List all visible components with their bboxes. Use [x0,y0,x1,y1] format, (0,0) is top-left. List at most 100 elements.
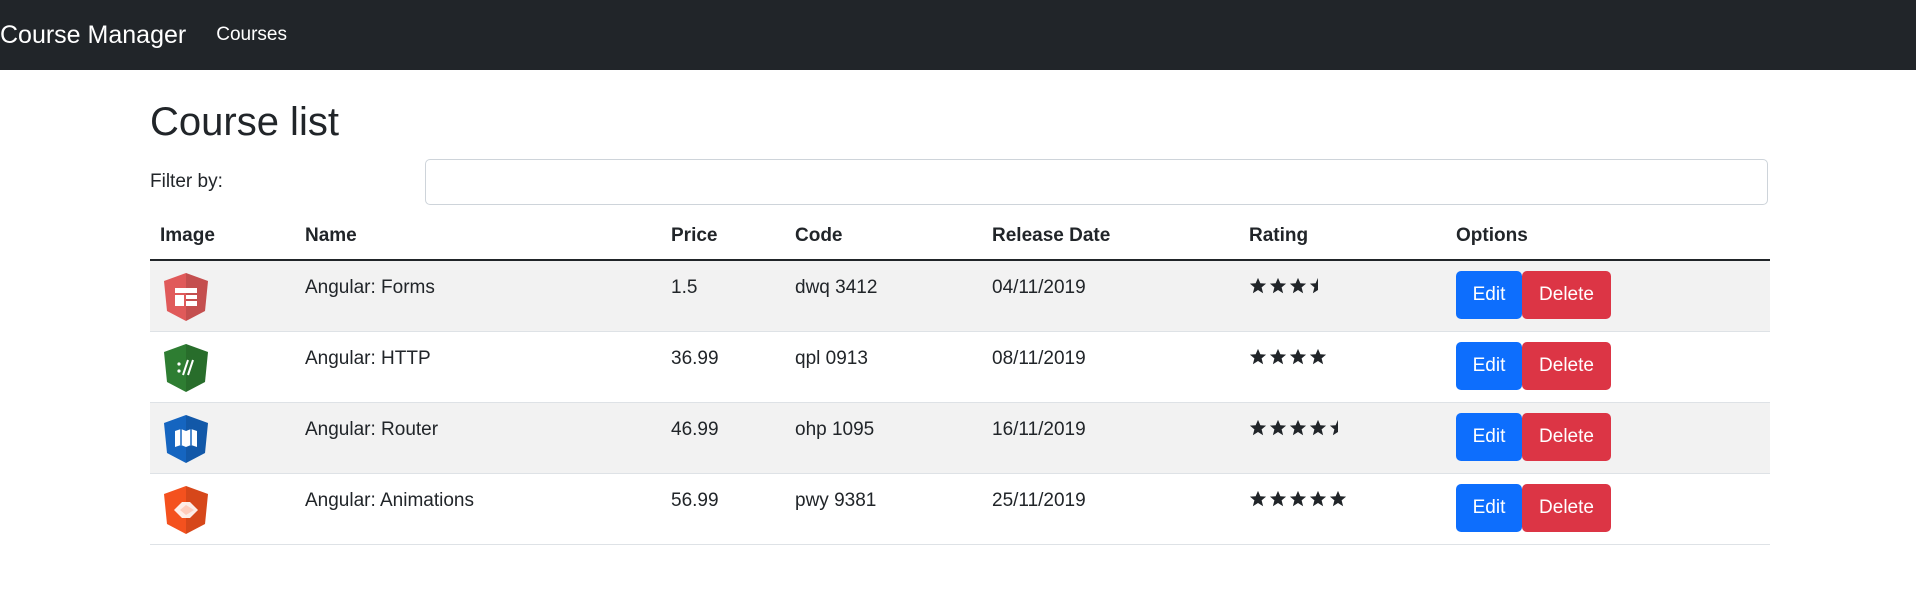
row-actions: Edit Delete [1456,474,1760,532]
table-row: Angular: Animations 56.99 pwy 9381 25/11/20… [150,473,1770,545]
course-options-cell: Edit Delete [1446,260,1770,332]
star-half-icon [1309,277,1318,294]
filter-row: Filter by: [150,158,1770,206]
star-full-icon [1309,490,1327,507]
course-options-cell: Edit Delete [1446,331,1770,403]
star-full-icon [1329,490,1347,507]
edit-button[interactable]: Edit [1456,413,1522,461]
delete-button[interactable]: Delete [1522,342,1611,390]
column-header-release-date: Release Date [982,212,1239,261]
course-rating-cell [1239,331,1446,403]
course-release-date: 25/11/2019 [992,490,1086,511]
star-full-icon [1289,277,1307,294]
course-release-date: 08/11/2019 [992,348,1086,369]
star-full-icon [1289,419,1307,436]
course-options-cell: Edit Delete [1446,473,1770,545]
table-header-row: Image Name Price Code Release Date Ratin… [150,212,1770,261]
course-options-cell: Edit Delete [1446,402,1770,474]
delete-button[interactable]: Delete [1522,413,1611,461]
forms-icon [164,273,208,321]
table-row: Angular: Router 46.99 ohp 1095 16/11/2019 Ed… [150,402,1770,474]
course-code-cell: qpl 0913 [785,331,982,403]
course-release-date: 04/11/2019 [992,277,1086,298]
row-actions: Edit Delete [1456,403,1760,461]
delete-button[interactable]: Delete [1522,484,1611,532]
course-name: Angular: HTTP [305,348,431,369]
course-name-cell: Angular: HTTP [295,331,661,403]
http-icon [164,344,208,392]
page-title: Course list [150,100,339,144]
star-full-icon [1309,419,1327,436]
course-code: dwq 3412 [795,277,878,298]
course-code: ohp 1095 [795,419,875,440]
router-icon [164,415,208,463]
course-name-cell: Angular: Animations [295,473,661,545]
rating-stars [1249,474,1436,508]
course-price: 46.99 [671,419,719,440]
delete-button[interactable]: Delete [1522,271,1611,319]
rating-stars [1249,403,1436,437]
table-row: Angular: HTTP 36.99 qpl 0913 08/11/2019 Edit… [150,331,1770,403]
top-navbar: Course Manager Courses [0,0,1916,70]
star-full-icon [1249,490,1267,507]
column-header-code: Code [785,212,982,261]
course-price: 36.99 [671,348,719,369]
star-full-icon [1309,348,1327,365]
course-release-date-cell: 08/11/2019 [982,331,1239,403]
course-code: qpl 0913 [795,348,868,369]
column-header-name: Name [295,212,661,261]
course-code-cell: ohp 1095 [785,402,982,474]
course-image-cell [150,402,295,474]
course-rating-cell [1239,260,1446,332]
course-name-cell: Angular: Router [295,402,661,474]
course-release-date-cell: 25/11/2019 [982,473,1239,545]
course-image-cell [150,331,295,403]
column-header-price: Price [661,212,785,261]
table-row: Angular: Forms 1.5 dwq 3412 04/11/2019 Edit D… [150,260,1770,332]
filter-label: Filter by: [150,171,223,192]
edit-button[interactable]: Edit [1456,271,1522,319]
course-table: Image Name Price Code Release Date Ratin… [150,212,1770,545]
star-full-icon [1269,490,1287,507]
column-header-options: Options [1446,212,1770,261]
star-full-icon [1269,419,1287,436]
course-name: Angular: Animations [305,490,474,511]
star-full-icon [1269,277,1287,294]
course-name: Angular: Forms [305,277,435,298]
star-half-icon [1329,419,1338,436]
star-full-icon [1289,490,1307,507]
brand-link[interactable]: Course Manager [0,21,186,50]
rating-stars [1249,261,1436,295]
course-code: pwy 9381 [795,490,877,511]
column-header-image: Image [150,212,295,261]
course-price: 56.99 [671,490,719,511]
star-full-icon [1289,348,1307,365]
course-release-date: 16/11/2019 [992,419,1086,440]
course-rating-cell [1239,402,1446,474]
course-price-cell: 56.99 [661,473,785,545]
course-rating-cell [1239,473,1446,545]
edit-button[interactable]: Edit [1456,484,1522,532]
star-full-icon [1249,348,1267,365]
course-price-cell: 46.99 [661,402,785,474]
nav-link-courses[interactable]: Courses [216,24,287,46]
column-header-rating: Rating [1239,212,1446,261]
course-name: Angular: Router [305,419,439,440]
edit-button[interactable]: Edit [1456,342,1522,390]
course-name-cell: Angular: Forms [295,260,661,332]
course-release-date-cell: 04/11/2019 [982,260,1239,332]
animations-icon [164,486,208,534]
row-actions: Edit Delete [1456,332,1760,390]
main-container: Course list Filter by: Image Name Price … [150,70,1770,545]
course-price-cell: 1.5 [661,260,785,332]
course-image-cell [150,260,295,332]
star-full-icon [1269,348,1287,365]
rating-stars [1249,332,1436,366]
course-price-cell: 36.99 [661,331,785,403]
row-actions: Edit Delete [1456,261,1760,319]
filter-input[interactable] [425,159,1768,205]
course-code-cell: pwy 9381 [785,473,982,545]
course-image-cell [150,473,295,545]
star-full-icon [1249,419,1267,436]
course-release-date-cell: 16/11/2019 [982,402,1239,474]
